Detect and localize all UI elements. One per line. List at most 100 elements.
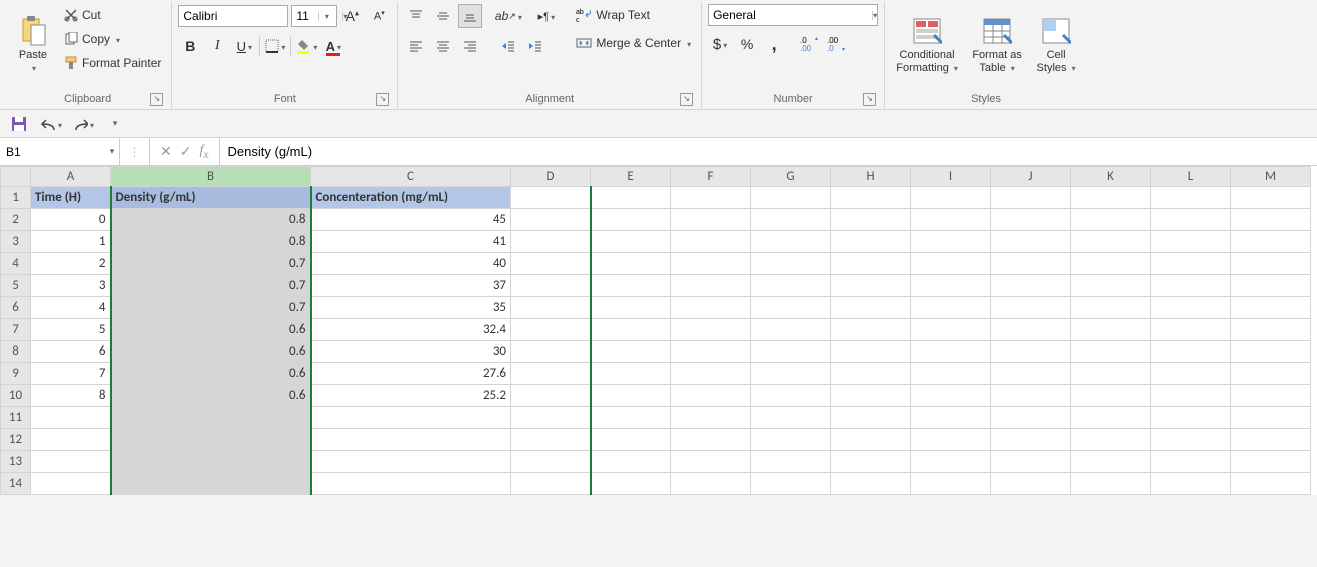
cell-A2[interactable]: 0 [31, 209, 111, 231]
cell-H12[interactable] [831, 429, 911, 451]
cell-G6[interactable] [751, 297, 831, 319]
cell-M6[interactable] [1231, 297, 1311, 319]
cell-K5[interactable] [1071, 275, 1151, 297]
formula-input[interactable] [220, 138, 1317, 165]
col-head-C[interactable]: C [311, 167, 511, 187]
font-name-combo[interactable]: ▾ [178, 5, 288, 27]
cut-button[interactable]: Cut [60, 4, 165, 26]
cell-E14[interactable] [591, 473, 671, 495]
currency-button[interactable]: $ [708, 32, 732, 56]
decrease-indent-button[interactable] [496, 34, 520, 58]
cell-B4[interactable]: 0.7 [111, 253, 311, 275]
font-size-input[interactable] [292, 6, 318, 26]
cell-D12[interactable] [511, 429, 591, 451]
cell-F11[interactable] [671, 407, 751, 429]
cell-M7[interactable] [1231, 319, 1311, 341]
row-head-10[interactable]: 10 [1, 385, 31, 407]
qat-customize-button[interactable]: ▾ [104, 113, 126, 135]
name-box-input[interactable] [0, 138, 105, 165]
cell-E8[interactable] [591, 341, 671, 363]
borders-button[interactable] [263, 34, 287, 58]
cell-M13[interactable] [1231, 451, 1311, 473]
col-head-H[interactable]: H [831, 167, 911, 187]
cell-I3[interactable] [911, 231, 991, 253]
cell-F2[interactable] [671, 209, 751, 231]
cell-G4[interactable] [751, 253, 831, 275]
cell-M1[interactable] [1231, 187, 1311, 209]
cell-F3[interactable] [671, 231, 751, 253]
row-head-8[interactable]: 8 [1, 341, 31, 363]
cell-C9[interactable]: 27.6 [311, 363, 511, 385]
cell-B5[interactable]: 0.7 [111, 275, 311, 297]
cell-H7[interactable] [831, 319, 911, 341]
cell-A7[interactable]: 5 [31, 319, 111, 341]
cell-K2[interactable] [1071, 209, 1151, 231]
row-head-5[interactable]: 5 [1, 275, 31, 297]
increase-decimal-button[interactable]: .0.00 [798, 32, 822, 56]
cell-C5[interactable]: 37 [311, 275, 511, 297]
cell-K12[interactable] [1071, 429, 1151, 451]
cell-I1[interactable] [911, 187, 991, 209]
cell-styles-button[interactable]: Cell Styles [1031, 4, 1081, 86]
row-head-3[interactable]: 3 [1, 231, 31, 253]
cell-F12[interactable] [671, 429, 751, 451]
cell-A14[interactable] [31, 473, 111, 495]
cell-B12[interactable] [111, 429, 311, 451]
cell-I11[interactable] [911, 407, 991, 429]
cell-D9[interactable] [511, 363, 591, 385]
clipboard-launcher[interactable]: ↘ [150, 93, 163, 106]
number-format-combo[interactable]: ▾ [708, 4, 878, 26]
fx-button[interactable]: fx [199, 143, 208, 161]
cell-L11[interactable] [1151, 407, 1231, 429]
cell-E7[interactable] [591, 319, 671, 341]
cell-H5[interactable] [831, 275, 911, 297]
cell-C3[interactable]: 41 [311, 231, 511, 253]
comma-button[interactable]: , [762, 32, 786, 56]
cell-D11[interactable] [511, 407, 591, 429]
cell-E11[interactable] [591, 407, 671, 429]
chevron-down-icon[interactable]: ▾ [105, 146, 119, 157]
number-format-input[interactable] [709, 5, 872, 25]
cell-A9[interactable]: 7 [31, 363, 111, 385]
cell-J4[interactable] [991, 253, 1071, 275]
cell-B9[interactable]: 0.6 [111, 363, 311, 385]
cell-J11[interactable] [991, 407, 1071, 429]
cell-K14[interactable] [1071, 473, 1151, 495]
cell-K6[interactable] [1071, 297, 1151, 319]
cell-K13[interactable] [1071, 451, 1151, 473]
align-top-button[interactable] [404, 4, 428, 28]
cell-A6[interactable]: 4 [31, 297, 111, 319]
cell-H10[interactable] [831, 385, 911, 407]
col-head-F[interactable]: F [671, 167, 751, 187]
cell-A11[interactable] [31, 407, 111, 429]
cell-M9[interactable] [1231, 363, 1311, 385]
format-painter-button[interactable]: Format Painter [60, 52, 165, 74]
cell-E4[interactable] [591, 253, 671, 275]
cell-A8[interactable]: 6 [31, 341, 111, 363]
cancel-formula-button[interactable]: ✕ [160, 143, 172, 160]
font-launcher[interactable]: ↘ [376, 93, 389, 106]
cell-G9[interactable] [751, 363, 831, 385]
cell-F6[interactable] [671, 297, 751, 319]
cell-L12[interactable] [1151, 429, 1231, 451]
cell-C10[interactable]: 25.2 [311, 385, 511, 407]
name-box[interactable]: ▾ [0, 138, 120, 165]
cell-D2[interactable] [511, 209, 591, 231]
cell-K11[interactable] [1071, 407, 1151, 429]
merge-center-button[interactable]: Merge & Center [572, 32, 695, 54]
cell-F10[interactable] [671, 385, 751, 407]
font-size-combo[interactable]: ▾ [291, 5, 337, 27]
cell-B10[interactable]: 0.6 [111, 385, 311, 407]
cell-E13[interactable] [591, 451, 671, 473]
col-head-L[interactable]: L [1151, 167, 1231, 187]
cell-H14[interactable] [831, 473, 911, 495]
col-head-E[interactable]: E [591, 167, 671, 187]
cell-A12[interactable] [31, 429, 111, 451]
cell-D10[interactable] [511, 385, 591, 407]
cell-J10[interactable] [991, 385, 1071, 407]
paste-button[interactable]: Paste [10, 4, 56, 86]
save-button[interactable] [8, 113, 30, 135]
increase-indent-button[interactable] [523, 34, 547, 58]
row-head-12[interactable]: 12 [1, 429, 31, 451]
cell-B1[interactable]: Density (g/mL) [111, 187, 311, 209]
